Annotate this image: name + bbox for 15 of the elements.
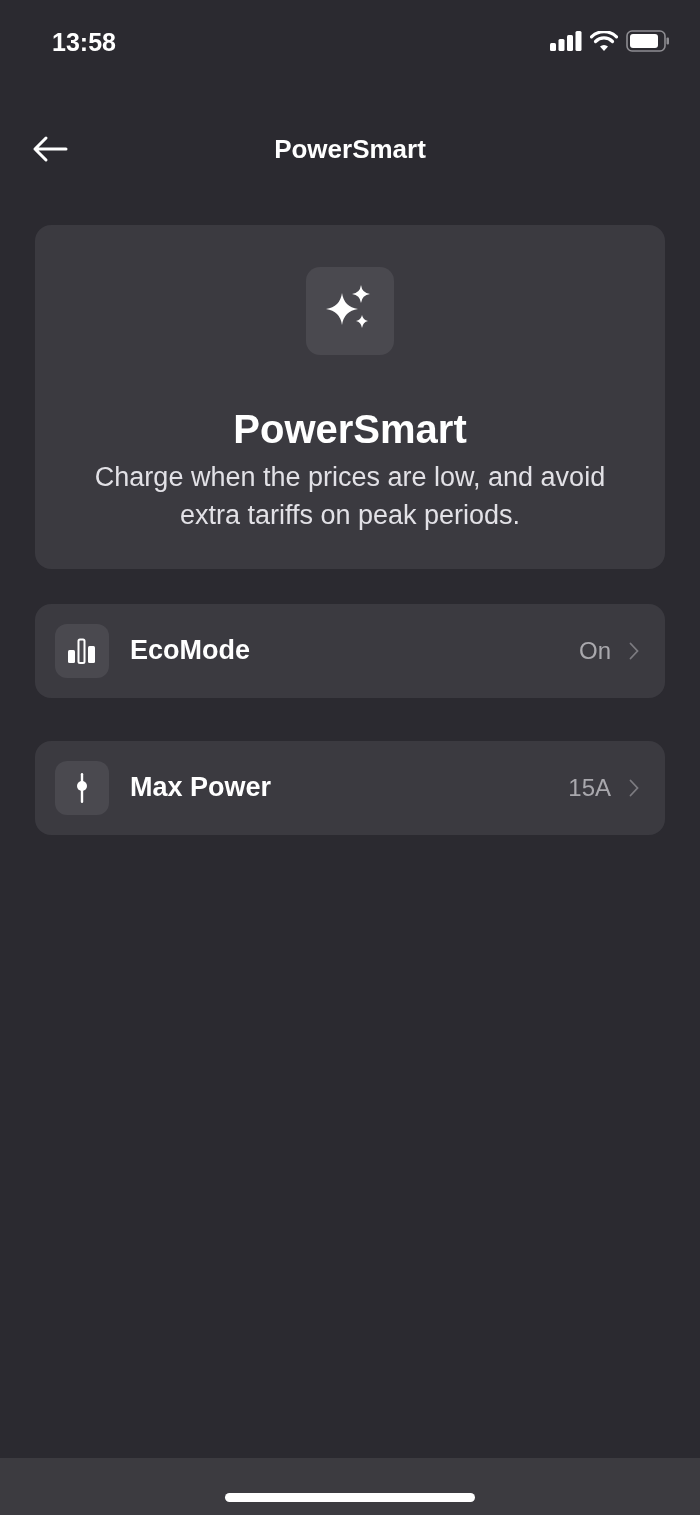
feature-description: Charge when the prices are low, and avoid extra tariffs on peak periods. (93, 461, 607, 532)
battery-icon (626, 30, 670, 52)
feature-title: PowerSmart (233, 406, 467, 453)
bars-icon (55, 623, 109, 678)
wifi-icon (590, 31, 618, 51)
status-time: 13:58 (52, 27, 116, 58)
chevron-right-icon (629, 778, 639, 797)
back-arrow-icon (32, 135, 68, 163)
setting-row[interactable]: Max Power 15A (35, 740, 665, 835)
sparkle-icon (306, 267, 394, 355)
page-title: PowerSmart (273, 132, 427, 166)
slider-icon (55, 760, 109, 815)
signal-icon (550, 31, 582, 51)
setting-row[interactable]: EcoMode On (35, 603, 665, 698)
chevron-right-icon (629, 641, 639, 660)
